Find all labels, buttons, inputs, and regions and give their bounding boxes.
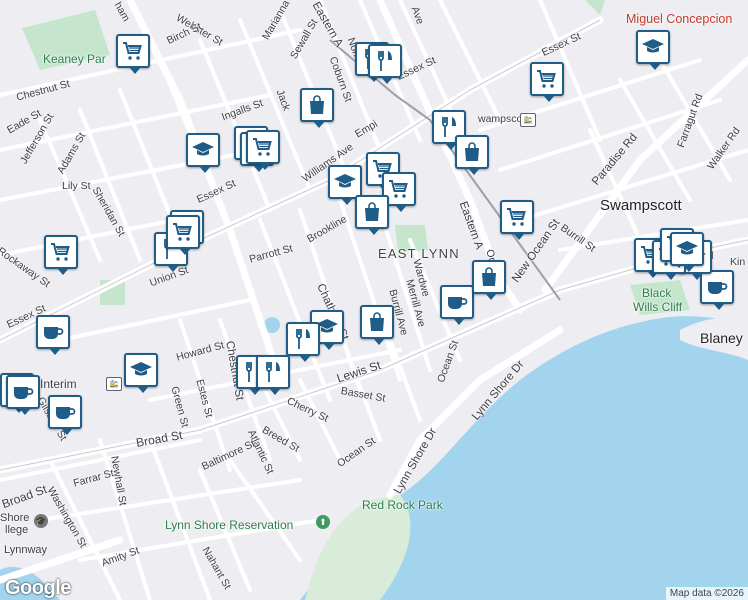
shopping-cart-icon <box>49 240 73 264</box>
poi-pin-shopping[interactable] <box>116 34 150 74</box>
poi-pin-shopping[interactable] <box>44 235 78 275</box>
park-label-black: Black <box>642 286 672 300</box>
shopping-bag-icon <box>460 140 484 164</box>
coffee-cup-icon <box>445 290 469 314</box>
poi-pin-restaurant[interactable] <box>368 44 402 84</box>
poi-pin-cafe[interactable] <box>6 375 40 415</box>
graduation-cap-icon <box>641 35 665 59</box>
graduation-cap-icon <box>129 358 153 382</box>
shopping-cart-icon <box>251 135 275 159</box>
poi-pin-cafe[interactable] <box>48 395 82 435</box>
train-station-icon[interactable]: 🚉 <box>520 113 536 127</box>
map-attribution[interactable]: Map data ©2026 <box>665 587 748 600</box>
street-label-kin: Kin <box>730 256 746 268</box>
poi-pin-cafe[interactable] <box>440 285 474 325</box>
shopping-cart-icon <box>121 39 145 63</box>
coffee-cup-icon <box>53 400 77 424</box>
poi-pin-shopping-bag[interactable] <box>455 135 489 175</box>
place-label-college: llege <box>5 524 29 536</box>
poi-pin-shopping[interactable] <box>166 215 200 255</box>
shopping-bag-icon <box>365 310 389 334</box>
poi-pin-restaurant[interactable] <box>286 322 320 362</box>
place-label-miguel: Miguel Concepcion <box>626 12 733 26</box>
shopping-bag-icon <box>477 265 501 289</box>
shopping-cart-icon <box>171 220 195 244</box>
poi-pin-restaurant[interactable] <box>256 355 290 395</box>
poi-pin-cafe[interactable] <box>700 270 734 310</box>
park-label-wills-cliff: Wills Cliff <box>633 300 683 314</box>
poi-pin-school[interactable] <box>124 353 158 393</box>
restaurant-icon <box>261 360 285 384</box>
google-logo: Google <box>5 577 71 599</box>
shopping-bag-icon <box>360 200 384 224</box>
street-label-lily: Lily St <box>62 180 91 192</box>
poi-pin-shopping[interactable] <box>500 200 534 240</box>
town-label-swampscott: Swampscott <box>600 197 682 214</box>
coffee-cup-icon <box>11 380 35 404</box>
poi-pin-shopping-bag[interactable] <box>355 195 389 235</box>
park-label-lynn-shore-reservation: Lynn Shore Reservation <box>165 518 294 532</box>
poi-pin-shopping-bag[interactable] <box>360 305 394 345</box>
poi-pin-shopping[interactable] <box>530 62 564 102</box>
shopping-bag-icon <box>305 93 329 117</box>
place-label-blaney: Blaney <box>700 330 743 346</box>
park-label-keaney: Keaney Par <box>43 52 106 66</box>
poi-pin-shopping-bag[interactable] <box>472 260 506 300</box>
poi-pin-school[interactable] <box>186 133 220 173</box>
transit-station-icon[interactable]: 🚉 <box>106 377 122 391</box>
restaurant-icon <box>291 327 315 351</box>
graduation-cap-icon <box>333 170 357 194</box>
park-label-red-rock: Red Rock Park <box>362 498 443 512</box>
graduation-cap-icon <box>675 237 699 261</box>
shopping-cart-icon <box>505 205 529 229</box>
coffee-cup-icon <box>705 275 729 299</box>
poi-pin-school[interactable] <box>636 30 670 70</box>
poi-pin-shopping-bag[interactable] <box>300 88 334 128</box>
shopping-cart-icon <box>535 67 559 91</box>
restaurant-icon <box>373 49 397 73</box>
map-canvas[interactable]: EAST LYNN Swampscott Miguel Concepcion R… <box>0 0 748 600</box>
graduation-cap-icon <box>191 138 215 162</box>
poi-pin-cafe[interactable] <box>36 315 70 355</box>
poi-pin-school[interactable] <box>328 165 362 205</box>
park-marker-icon[interactable]: ⬆ <box>316 515 330 529</box>
poi-pin-school[interactable] <box>670 232 704 272</box>
poi-pin-shopping[interactable] <box>246 130 280 170</box>
place-label-shore: Shore <box>0 512 30 524</box>
college-marker-icon[interactable]: 🎓 <box>34 514 48 528</box>
road-label-lynnway: Lynnway <box>4 544 48 556</box>
shopping-cart-icon <box>387 177 411 201</box>
coffee-cup-icon <box>41 320 65 344</box>
